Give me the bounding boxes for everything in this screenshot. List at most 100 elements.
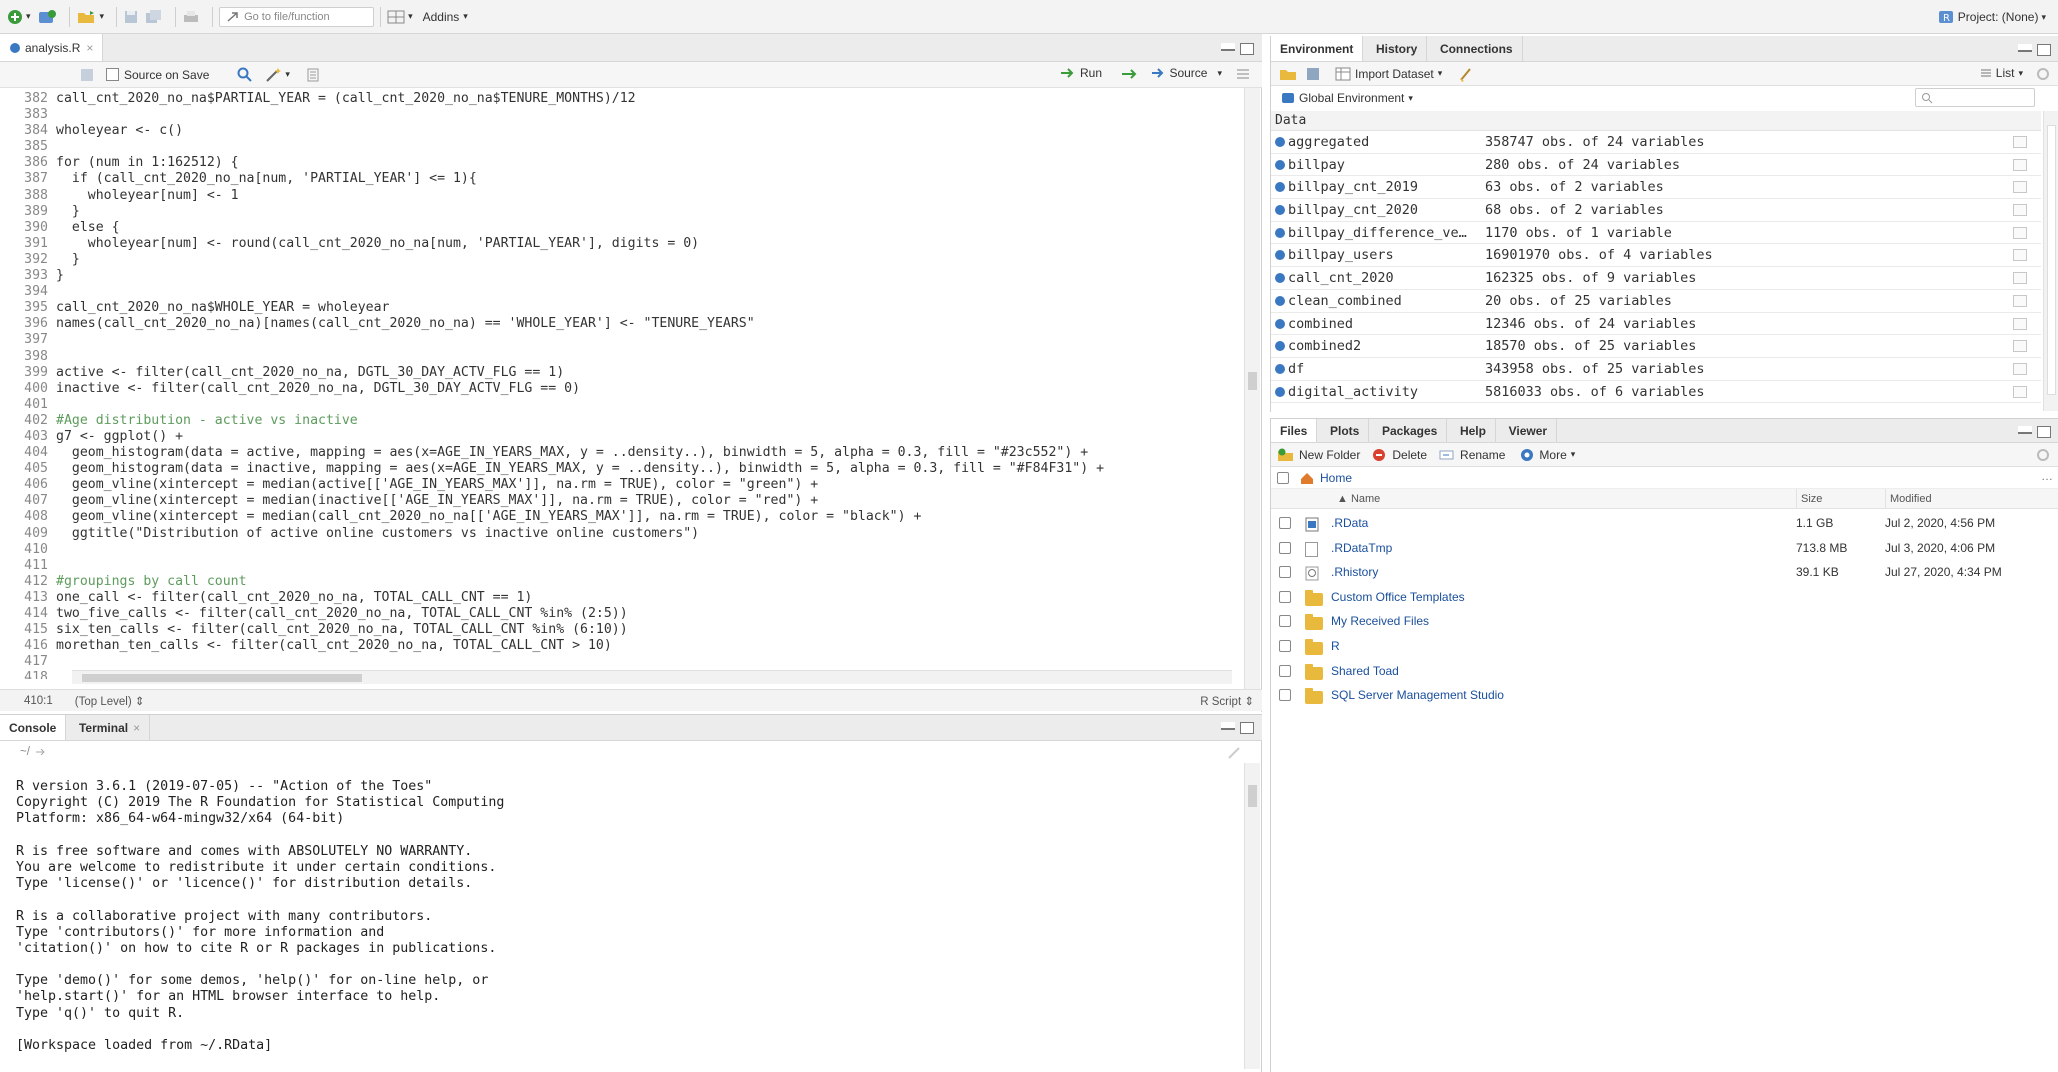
view-table-icon[interactable]	[2013, 385, 2027, 398]
view-table-icon[interactable]	[2013, 204, 2027, 217]
tab-history[interactable]: History	[1367, 36, 1428, 61]
delete-button[interactable]: Delete	[1372, 448, 1427, 462]
file-name-link[interactable]: .RDataTmp	[1331, 536, 1392, 561]
scope-selector[interactable]: (Top Level) ⇕	[75, 694, 145, 708]
environment-row[interactable]: clean_combined 20 obs. of 25 variables	[1271, 290, 2041, 313]
minimize-icon[interactable]	[2018, 426, 2032, 434]
console-output[interactable]: R version 3.6.1 (2019-07-05) -- "Action …	[16, 779, 1216, 1069]
tab-packages[interactable]: Packages	[1373, 419, 1448, 442]
maximize-icon[interactable]	[2037, 426, 2051, 438]
import-dataset-button[interactable]: Import Dataset ▾	[1335, 66, 1442, 82]
arrow-right-icon[interactable]	[34, 746, 46, 758]
code-line[interactable]: 410	[0, 542, 1242, 558]
source-on-save-checkbox[interactable]	[106, 68, 119, 81]
new-project-button[interactable]	[37, 6, 57, 28]
code-line[interactable]: 407 geom_vline(xintercept = median(inact…	[0, 493, 1242, 509]
expand-icon[interactable]	[1275, 205, 1285, 216]
file-row[interactable]: Custom Office Templates	[1271, 585, 2058, 610]
expand-icon[interactable]	[1275, 137, 1285, 147]
code-line[interactable]: 394	[0, 284, 1242, 300]
expand-icon[interactable]	[1275, 386, 1285, 397]
environment-search-input[interactable]	[1915, 88, 2035, 107]
file-row[interactable]: .RData 1.1 GB Jul 2, 2020, 4:56 PM	[1271, 511, 2058, 536]
minimize-icon[interactable]	[1221, 43, 1235, 51]
tab-terminal[interactable]: Terminal ×	[70, 715, 151, 740]
expand-icon[interactable]	[1275, 363, 1285, 374]
code-line[interactable]: 387 if (call_cnt_2020_no_na[num, 'PARTIA…	[0, 171, 1242, 187]
file-row[interactable]: .Rhistory 39.1 KB Jul 27, 2020, 4:34 PM	[1271, 560, 2058, 585]
broom-icon[interactable]	[1458, 66, 1474, 82]
code-line[interactable]: 392 }	[0, 252, 1242, 268]
code-line[interactable]: 382 call_cnt_2020_no_na$PARTIAL_YEAR = (c…	[0, 91, 1242, 107]
open-file-button[interactable]: ▾	[76, 6, 104, 28]
code-line[interactable]: 388 wholeyear[num] <- 1	[0, 188, 1242, 204]
search-icon[interactable]	[237, 67, 253, 83]
code-line[interactable]: 399 active <- filter(call_cnt_2020_no_na,…	[0, 365, 1242, 381]
code-line[interactable]: 383	[0, 107, 1242, 123]
editor-hscrollbar[interactable]	[72, 670, 1232, 684]
rerun-icon[interactable]	[1120, 67, 1140, 81]
maximize-icon[interactable]	[2037, 44, 2051, 56]
expand-icon[interactable]	[1275, 182, 1285, 193]
chevron-down-icon[interactable]: ▾	[1217, 68, 1222, 79]
console-scrollbar[interactable]	[1244, 763, 1260, 1069]
file-name-link[interactable]: SQL Server Management Studio	[1331, 683, 1504, 708]
save-icon[interactable]	[80, 68, 94, 82]
environment-row[interactable]: call_cnt_2020 162325 obs. of 9 variables	[1271, 267, 2041, 290]
environment-row[interactable]: billpay_cnt_2019 63 obs. of 2 variables	[1271, 176, 2041, 200]
view-table-icon[interactable]	[2013, 136, 2027, 148]
code-line[interactable]: 390 else {	[0, 220, 1242, 236]
code-line[interactable]: 417	[0, 654, 1242, 670]
file-name-link[interactable]: .RData	[1331, 511, 1368, 536]
expand-icon[interactable]	[1275, 295, 1285, 306]
new-folder-button[interactable]: New Folder	[1277, 447, 1360, 463]
layout-button[interactable]: ▾	[387, 6, 413, 28]
more-dots-icon[interactable]: …	[2041, 469, 2053, 483]
expand-icon[interactable]	[1275, 341, 1285, 352]
code-line[interactable]: 402 #Age distribution - active vs inactiv…	[0, 413, 1242, 429]
environment-row[interactable]: combined 12346 obs. of 24 variables	[1271, 313, 2041, 336]
project-menu[interactable]: R Project: (None) ▾	[1938, 6, 2046, 28]
file-name-link[interactable]: Shared Toad	[1331, 659, 1399, 684]
view-table-icon[interactable]	[2013, 317, 2027, 330]
goto-file-input[interactable]: Go to file/function	[219, 6, 375, 27]
environment-row[interactable]: digital_activity 5816033 obs. of 6 variab…	[1271, 381, 2041, 404]
addins-button[interactable]: Addins ▾	[423, 6, 468, 28]
code-line[interactable]: 396 names(call_cnt_2020_no_na)[names(call…	[0, 316, 1242, 332]
code-line[interactable]: 385	[0, 139, 1242, 155]
expand-icon[interactable]	[1275, 250, 1285, 261]
list-view-button[interactable]: List ▾	[1980, 66, 2023, 80]
document-outline-icon[interactable]	[306, 68, 320, 82]
file-checkbox[interactable]	[1279, 689, 1291, 702]
maximize-icon[interactable]	[1240, 722, 1254, 734]
code-editor[interactable]: 382 call_cnt_2020_no_na$PARTIAL_YEAR = (c…	[0, 91, 1242, 679]
code-line[interactable]: 389 }	[0, 204, 1242, 220]
source-button[interactable]: Source ▾	[1150, 66, 1222, 80]
view-table-icon[interactable]	[2013, 362, 2027, 375]
code-line[interactable]: 412 #groupings by call count	[0, 574, 1242, 590]
environment-row[interactable]: billpay 280 obs. of 24 variables	[1271, 154, 2041, 177]
new-file-button[interactable]: ▾	[6, 6, 31, 28]
code-line[interactable]: 393}	[0, 268, 1242, 284]
code-line[interactable]: 415 six_ten_calls <- filter(call_cnt_2020…	[0, 622, 1242, 638]
tab-viewer[interactable]: Viewer	[1500, 419, 1558, 442]
home-link[interactable]: Home	[1320, 471, 1352, 485]
file-row[interactable]: SQL Server Management Studio	[1271, 683, 2058, 708]
code-line[interactable]: 409 ggtitle("Distribution of active onli…	[0, 526, 1242, 542]
expand-icon[interactable]	[1275, 318, 1285, 329]
tab-analysis-r[interactable]: analysis.R ×	[0, 34, 104, 61]
scroll-thumb[interactable]	[2047, 125, 2056, 395]
expand-icon[interactable]	[1275, 159, 1285, 170]
refresh-icon[interactable]	[2035, 66, 2051, 82]
file-name-link[interactable]: R	[1331, 634, 1340, 659]
code-line[interactable]: 406 geom_vline(xintercept = median(activ…	[0, 477, 1242, 493]
file-checkbox[interactable]	[1279, 664, 1291, 677]
sort-name-header[interactable]: ▲ Name	[1337, 489, 1380, 509]
file-row[interactable]: R	[1271, 634, 2058, 659]
code-line[interactable]: 416 morethan_ten_calls <- filter(call_cnt…	[0, 638, 1242, 654]
file-checkbox[interactable]	[1279, 566, 1291, 579]
open-folder-icon[interactable]	[1279, 66, 1297, 82]
code-line[interactable]: 391 wholeyear[num] <- round(call_cnt_202…	[0, 236, 1242, 252]
tab-help[interactable]: Help	[1451, 419, 1496, 442]
file-type-selector[interactable]: R Script ⇕	[1200, 694, 1254, 708]
